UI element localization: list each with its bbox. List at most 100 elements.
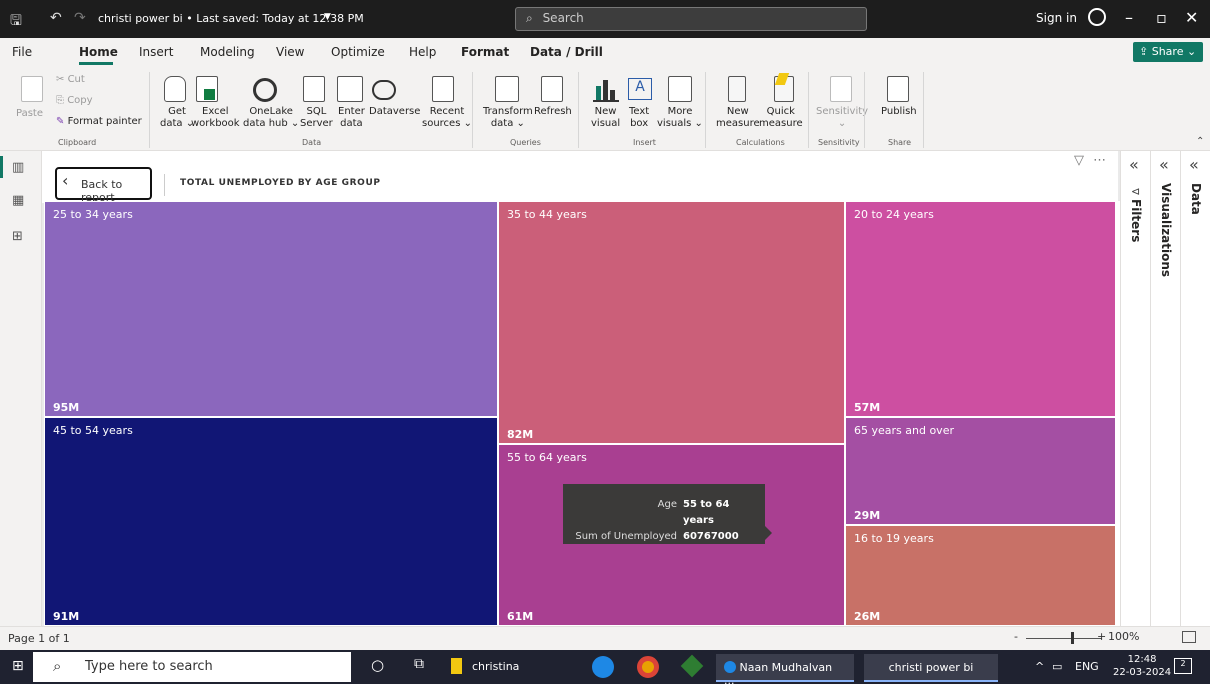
collapse-ribbon-icon[interactable]: ⌃ — [1196, 136, 1204, 147]
dataverse-icon[interactable] — [372, 80, 396, 100]
close-icon[interactable]: ✕ — [1185, 8, 1198, 27]
back-to-report-button[interactable]: Back to report — [55, 167, 152, 204]
minimize-icon[interactable]: – — [1125, 8, 1133, 27]
treemap-visual[interactable]: 25 to 34 years 95M 45 to 54 years 91M 35 to … — [44, 201, 1120, 626]
windows-start-icon[interactable]: ⊞ — [12, 658, 24, 674]
zoom-slider[interactable] — [1026, 638, 1102, 639]
transform-data-button[interactable]: Transform data ⌄ — [483, 106, 533, 130]
menu-modeling[interactable]: Modeling — [200, 45, 255, 59]
model-view-icon[interactable]: ⊞ — [12, 229, 30, 244]
table-view-icon[interactable]: ▦ — [12, 193, 30, 208]
treemap-tile-45-to-54-years[interactable] — [45, 418, 497, 625]
share-button[interactable]: ⇪ Share ⌄ — [1133, 42, 1203, 62]
treemap-tile-20-to-24-years[interactable] — [846, 202, 1115, 416]
menu-format[interactable]: Format — [461, 45, 509, 59]
onelake-button[interactable]: OneLake data hub ⌄ — [243, 106, 299, 130]
menu-help[interactable]: Help — [409, 45, 436, 59]
edge-icon[interactable] — [592, 656, 614, 678]
dataverse-label: Dataverse — [369, 106, 421, 117]
expand-filters-icon[interactable]: « — [1129, 155, 1139, 174]
menu-file[interactable]: File — [12, 45, 32, 59]
taskbar-app-power-bi[interactable]: christi power bi — [864, 654, 998, 682]
refresh-button[interactable]: Refresh — [534, 106, 572, 118]
filter-icon[interactable]: ▽ — [1074, 153, 1084, 168]
quick-measure-icon[interactable] — [774, 73, 794, 102]
search-input[interactable]: ⌕ Search — [515, 7, 867, 31]
enter-data-icon[interactable] — [337, 76, 363, 102]
menu-data-drill[interactable]: Data / Drill — [530, 45, 603, 59]
visualizations-pane[interactable]: « Visualizations — [1150, 151, 1180, 626]
sql-icon[interactable] — [303, 76, 325, 102]
report-view-icon[interactable]: ▥ — [12, 160, 30, 175]
excel-icon[interactable] — [196, 76, 218, 102]
zoom-out-icon[interactable]: - — [1014, 630, 1018, 643]
save-icon[interactable]: 🖫 — [10, 10, 22, 34]
undo-icon[interactable]: ↶ — [50, 10, 62, 26]
more-visuals-button[interactable]: More visuals ⌄ — [657, 106, 703, 130]
redo-icon[interactable]: ↷ — [74, 10, 86, 26]
enter-data-button[interactable]: Enter data — [338, 106, 365, 130]
filters-pane[interactable]: « ⊲ Filters — [1120, 151, 1150, 626]
folder-icon[interactable] — [451, 658, 462, 674]
sql-button[interactable]: SQL Server — [300, 106, 333, 130]
more-visuals-icon[interactable] — [668, 76, 692, 102]
language-indicator[interactable]: ENG — [1075, 660, 1099, 673]
clock[interactable]: 12:48 22-03-2024 — [1113, 653, 1171, 679]
dataverse-button[interactable]: Dataverse — [369, 106, 420, 118]
sensitivity-button[interactable]: Sensitivity ⌄ — [816, 106, 868, 130]
treemap-tile-25-to-34-years[interactable] — [45, 202, 497, 416]
title-dropdown-icon[interactable]: ▼ — [324, 12, 331, 22]
fit-to-page-icon[interactable] — [1182, 631, 1196, 643]
text-box-button[interactable]: Text box — [629, 106, 649, 130]
expand-visualizations-icon[interactable]: « — [1159, 155, 1169, 174]
recent-sources-button[interactable]: Recent sources ⌄ — [422, 106, 472, 130]
treemap-tile-35-to-44-years[interactable] — [499, 202, 844, 443]
chrome-icon[interactable] — [637, 656, 659, 678]
get-data-icon[interactable] — [164, 76, 186, 102]
taskbar-app-chrome-naan-mudhalvan[interactable]: Naan Mudhalvan ... — [716, 654, 854, 684]
menu-insert[interactable]: Insert — [139, 45, 173, 59]
restore-icon[interactable]: ▫ — [1156, 8, 1167, 27]
onelake-icon[interactable] — [253, 78, 277, 102]
notifications-icon[interactable]: 2 — [1174, 658, 1192, 674]
publish-icon[interactable] — [887, 76, 909, 102]
recent-sources-icon[interactable] — [432, 76, 454, 102]
ribbon-separator — [578, 72, 579, 148]
format-painter-button[interactable]: ✎ Format painter — [56, 116, 142, 128]
filters-label[interactable]: Filters — [1129, 199, 1143, 242]
sensitivity-icon[interactable] — [830, 76, 852, 102]
menu-optimize[interactable]: Optimize — [331, 45, 385, 59]
zoom-slider-thumb[interactable] — [1071, 632, 1074, 644]
new-visual-button[interactable]: New visual — [591, 106, 620, 130]
refresh-icon[interactable] — [541, 76, 563, 102]
get-data-button[interactable]: Get data ⌄ — [160, 106, 194, 130]
quick-measure-button[interactable]: Quick measure — [759, 106, 803, 130]
transform-data-icon[interactable] — [495, 76, 519, 102]
data-pane[interactable]: « Data — [1180, 151, 1210, 626]
expand-data-icon[interactable]: « — [1189, 155, 1199, 174]
cortana-icon[interactable]: ○ — [371, 656, 384, 674]
more-options-icon[interactable]: ⋯ — [1093, 153, 1106, 168]
taskbar-search-input[interactable]: ⌕ Type here to search — [33, 652, 351, 682]
text-box-icon[interactable]: A — [628, 78, 652, 100]
zoom-in-icon[interactable]: + — [1097, 630, 1106, 643]
cut-button[interactable]: ✂ Cut — [56, 74, 85, 86]
excel-button[interactable]: Excel workbook — [191, 106, 240, 130]
menu-view[interactable]: View — [276, 45, 304, 59]
account-icon[interactable] — [1088, 8, 1106, 26]
menu-home[interactable]: Home — [79, 45, 118, 59]
paste-icon[interactable] — [21, 76, 43, 102]
new-measure-button[interactable]: New measure — [716, 106, 760, 130]
data-label[interactable]: Data — [1189, 183, 1203, 215]
publish-button[interactable]: Publish — [881, 106, 917, 118]
sign-in-button[interactable]: Sign in — [1036, 11, 1077, 25]
taskbar-folder-christina[interactable]: christina — [472, 660, 519, 673]
tray-chevron-icon[interactable]: ^ — [1035, 660, 1044, 673]
new-measure-icon[interactable] — [728, 76, 746, 102]
task-view-icon[interactable]: ⧉ — [414, 656, 424, 672]
new-visual-icon[interactable] — [593, 78, 619, 102]
copy-button[interactable]: ⎘ Copy — [56, 95, 93, 107]
visualizations-label[interactable]: Visualizations — [1159, 183, 1173, 277]
network-icon[interactable]: ▭ — [1052, 660, 1062, 673]
paste-label[interactable]: Paste — [16, 108, 43, 120]
